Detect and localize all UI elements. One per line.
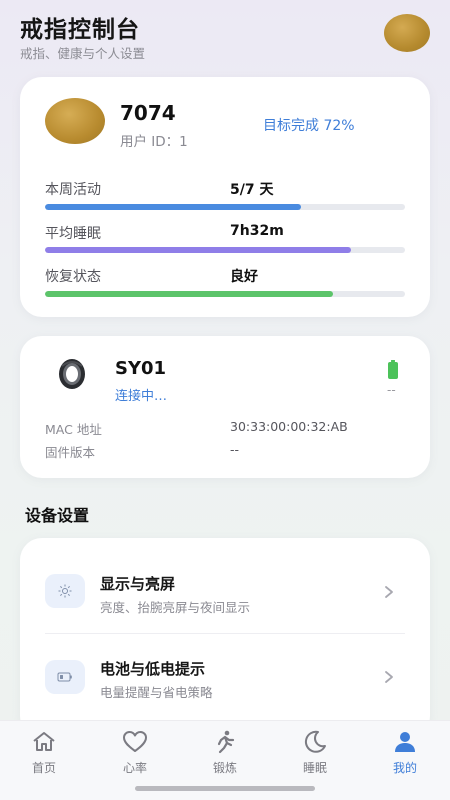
chevron-right-icon <box>385 586 393 598</box>
nav-label-sleep: 睡眠 <box>302 761 327 775</box>
device-name: SY01 <box>115 358 167 379</box>
stat-value-sleep: 7h32m <box>230 223 284 239</box>
device-card[interactable]: SY01 连接中… -- MAC 地址 30:33:00:00:32:AB 固件… <box>20 336 430 478</box>
setting-battery[interactable]: 电池与低电提示 电量提醒与省电策略 <box>20 636 430 718</box>
stat-label-activity: 本周活动 <box>45 182 101 198</box>
setting-display[interactable]: 显示与亮屏 亮度、抬腕亮屏与夜间显示 <box>20 550 430 634</box>
nav-item-profile[interactable]: 我的 <box>375 729 435 776</box>
sleep-progress-bar <box>45 247 405 253</box>
moon-icon <box>304 730 326 753</box>
person-icon <box>395 732 415 752</box>
firmware-label: 固件版本 <box>45 445 96 460</box>
connection-status: 连接中… <box>115 389 168 404</box>
section-title-device-settings: 设备设置 <box>25 506 90 525</box>
goal-status: 目标完成 72% <box>263 118 355 134</box>
stat-value-activity: 5/7 天 <box>230 182 274 198</box>
heart-icon <box>123 731 147 752</box>
stat-label-sleep: 平均睡眠 <box>45 226 101 242</box>
nav-label-heart-rate: 心率 <box>122 761 147 775</box>
running-icon <box>217 730 235 754</box>
profile-avatar[interactable] <box>45 98 105 144</box>
setting-title-display: 显示与亮屏 <box>100 575 176 593</box>
home-icon <box>33 732 55 751</box>
recovery-progress-bar <box>45 291 405 297</box>
chevron-right-icon <box>385 671 393 683</box>
sleep-progress-fill <box>45 247 351 253</box>
home-indicator <box>135 786 315 791</box>
page-title: 戒指控制台 <box>20 17 140 43</box>
settings-card: 显示与亮屏 亮度、抬腕亮屏与夜间显示 电池与低电提示 电量提醒与省电策略 <box>20 538 430 738</box>
page-subtitle: 戒指、健康与个人设置 <box>20 46 146 61</box>
profile-card: 7074 用户 ID：1 目标完成 72% 本周活动 5/7 天 平均睡眠 7h… <box>20 77 430 317</box>
battery-level: -- <box>387 383 396 397</box>
divider <box>45 633 405 634</box>
battery-icon <box>388 360 398 379</box>
activity-progress-bar <box>45 204 405 210</box>
nav-label-workout: 锻炼 <box>212 761 237 775</box>
nav-item-home[interactable]: 首页 <box>14 729 74 776</box>
setting-desc-battery: 电量提醒与省电策略 <box>100 685 213 700</box>
stat-label-recovery: 恢复状态 <box>45 269 101 285</box>
nav-label-profile: 我的 <box>392 761 417 775</box>
mac-value: 30:33:00:00:32:AB <box>230 419 348 434</box>
recovery-progress-fill <box>45 291 333 297</box>
stat-value-recovery: 良好 <box>230 269 258 285</box>
ring-icon <box>59 359 85 389</box>
username: 7074 <box>120 101 176 125</box>
nav-label-home: 首页 <box>31 761 56 775</box>
setting-desc-display: 亮度、抬腕亮屏与夜间显示 <box>100 600 251 615</box>
setting-title-battery: 电池与低电提示 <box>100 660 206 678</box>
user-id: 用户 ID：1 <box>120 134 188 150</box>
avatar[interactable] <box>384 14 430 52</box>
activity-progress-fill <box>45 204 301 210</box>
battery-settings-icon <box>45 660 85 694</box>
nav-item-heart-rate[interactable]: 心率 <box>105 729 165 776</box>
nav-item-sleep[interactable]: 睡眠 <box>285 729 345 776</box>
firmware-value: -- <box>230 442 240 457</box>
mac-label: MAC 地址 <box>45 422 102 437</box>
nav-item-workout[interactable]: 锻炼 <box>195 729 255 776</box>
sun-icon <box>45 574 85 608</box>
